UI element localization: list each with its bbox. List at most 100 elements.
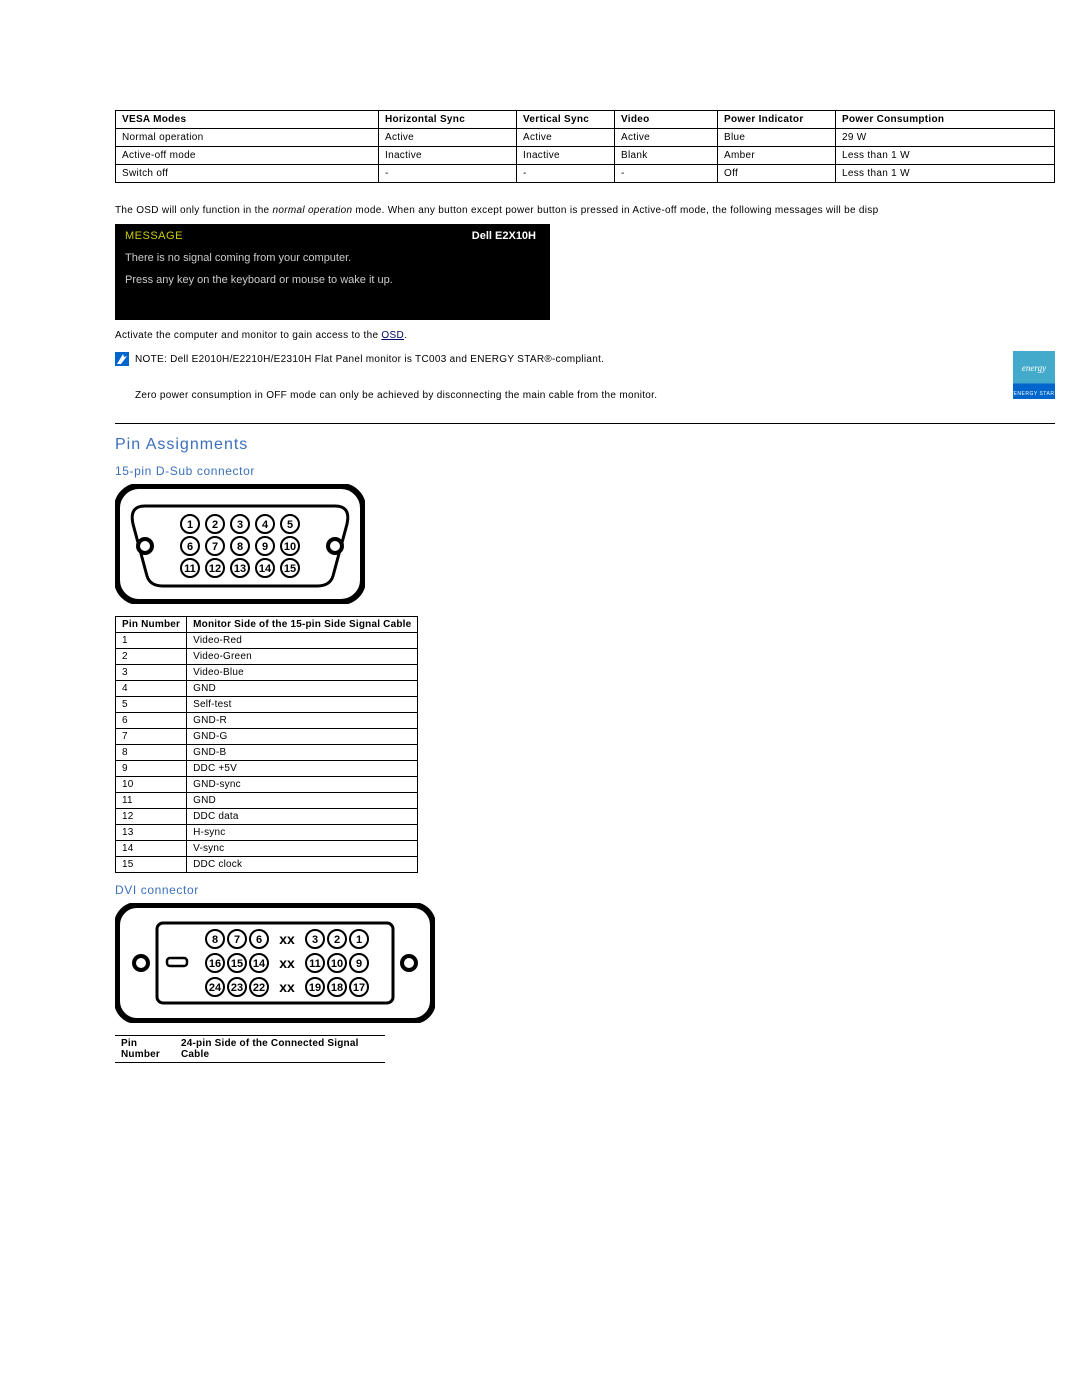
table-cell: H-sync [187, 825, 418, 841]
table-cell: GND-sync [187, 777, 418, 793]
table-cell: 29 W [836, 129, 1055, 147]
table-cell: Active [615, 129, 718, 147]
column-header: 24-pin Side of the Connected Signal Cabl… [175, 1036, 385, 1063]
table-cell: GND [187, 681, 418, 697]
column-header: Horizontal Sync [379, 111, 517, 129]
table-cell: 7 [116, 729, 187, 745]
svg-text:7: 7 [212, 541, 218, 553]
svg-text:16: 16 [209, 958, 221, 970]
svg-text:3: 3 [312, 934, 318, 946]
table-cell: Active [517, 129, 615, 147]
table-cell: 2 [116, 649, 187, 665]
column-header: Power Indicator [718, 111, 836, 129]
svg-text:xx: xx [279, 931, 295, 947]
table-cell: Off [718, 165, 836, 183]
svg-text:xx: xx [279, 955, 295, 971]
message-line: There is no signal coming from your comp… [125, 252, 540, 264]
table-row: 13H-sync [116, 825, 418, 841]
svg-text:1: 1 [187, 519, 193, 531]
table-row: 1Video-Red [116, 633, 418, 649]
table-cell: V-sync [187, 841, 418, 857]
svg-text:5: 5 [287, 519, 293, 531]
monitor-model: Dell E2X10H [472, 230, 536, 242]
table-cell: 14 [116, 841, 187, 857]
svg-text:1: 1 [356, 934, 362, 946]
table-cell: Less than 1 W [836, 147, 1055, 165]
column-header: Pin Number [116, 617, 187, 633]
text: mode. When any button except power butto… [352, 205, 878, 216]
svg-text:3: 3 [237, 519, 243, 531]
text-emphasis: normal operation [273, 205, 353, 216]
table-row: 2Video-Green [116, 649, 418, 665]
table-cell: GND-B [187, 745, 418, 761]
table-cell: 12 [116, 809, 187, 825]
table-cell: Self-test [187, 697, 418, 713]
activate-text: Activate the computer and monitor to gai… [115, 330, 1080, 341]
message-line: Press any key on the keyboard or mouse t… [125, 274, 540, 286]
note-body: NOTE: Dell E2010H/E2210H/E2310H Flat Pan… [135, 351, 999, 405]
column-header: Power Consumption [836, 111, 1055, 129]
table-row: 12DDC data [116, 809, 418, 825]
table-cell: - [379, 165, 517, 183]
table-cell: DDC +5V [187, 761, 418, 777]
svg-text:15: 15 [284, 563, 296, 575]
table-cell: Active-off mode [116, 147, 379, 165]
svg-text:14: 14 [253, 958, 266, 970]
table-cell: Blank [615, 147, 718, 165]
logo-label: ENERGY STAR [1013, 391, 1055, 397]
dsub-heading: 15-pin D-Sub connector [115, 464, 1080, 478]
table-cell: Video-Red [187, 633, 418, 649]
svg-text:6: 6 [187, 541, 193, 553]
table-cell: 4 [116, 681, 187, 697]
column-header: VESA Modes [116, 111, 379, 129]
text: Activate the computer and monitor to gai… [115, 330, 381, 341]
svg-text:13: 13 [234, 563, 246, 575]
dvi-connector-diagram: 876xx321161514xx11109242322xx191817 [115, 903, 435, 1023]
table-cell: 10 [116, 777, 187, 793]
table-cell: GND-R [187, 713, 418, 729]
table-cell: 5 [116, 697, 187, 713]
note-row: NOTE: Dell E2010H/E2210H/E2310H Flat Pan… [115, 351, 1055, 405]
svg-text:10: 10 [284, 541, 296, 553]
logo-text: energy [1016, 363, 1052, 373]
table-cell: - [517, 165, 615, 183]
svg-text:xx: xx [279, 979, 295, 995]
table-row: 15DDC clock [116, 857, 418, 873]
table-cell: Active [379, 129, 517, 147]
section-divider [115, 423, 1055, 424]
table-row: 5Self-test [116, 697, 418, 713]
svg-text:22: 22 [253, 982, 265, 994]
table-row: 4GND [116, 681, 418, 697]
dvi-heading: DVI connector [115, 883, 1080, 897]
table-row: 3Video-Blue [116, 665, 418, 681]
svg-text:11: 11 [309, 958, 321, 970]
note-label: NOTE: [135, 354, 167, 365]
text: . [404, 330, 407, 341]
osd-link[interactable]: OSD [381, 330, 404, 341]
table-cell: - [615, 165, 718, 183]
svg-text:2: 2 [334, 934, 340, 946]
svg-text:8: 8 [212, 934, 218, 946]
table-cell: 1 [116, 633, 187, 649]
note-text: Dell E2010H/E2210H/E2310H Flat Panel mon… [167, 354, 604, 365]
osd-description: The OSD will only function in the normal… [115, 205, 1080, 216]
table-cell: Inactive [517, 147, 615, 165]
svg-text:23: 23 [231, 982, 243, 994]
table-row: 11GND [116, 793, 418, 809]
table-cell: DDC clock [187, 857, 418, 873]
table-cell: GND-G [187, 729, 418, 745]
svg-text:15: 15 [231, 958, 243, 970]
table-cell: DDC data [187, 809, 418, 825]
table-header-row: Pin NumberMonitor Side of the 15-pin Sid… [116, 617, 418, 633]
note-text: Zero power consumption in OFF mode can o… [135, 390, 657, 401]
table-row: Normal operationActiveActiveActiveBlue29… [116, 129, 1055, 147]
table-cell: Video-Green [187, 649, 418, 665]
svg-text:8: 8 [237, 541, 243, 553]
svg-text:19: 19 [309, 982, 321, 994]
table-cell: 15 [116, 857, 187, 873]
note-icon [115, 352, 129, 366]
svg-text:12: 12 [209, 563, 221, 575]
column-header: Video [615, 111, 718, 129]
vesa-modes-table: VESA ModesHorizontal SyncVertical SyncVi… [115, 110, 1055, 183]
svg-text:10: 10 [331, 958, 343, 970]
